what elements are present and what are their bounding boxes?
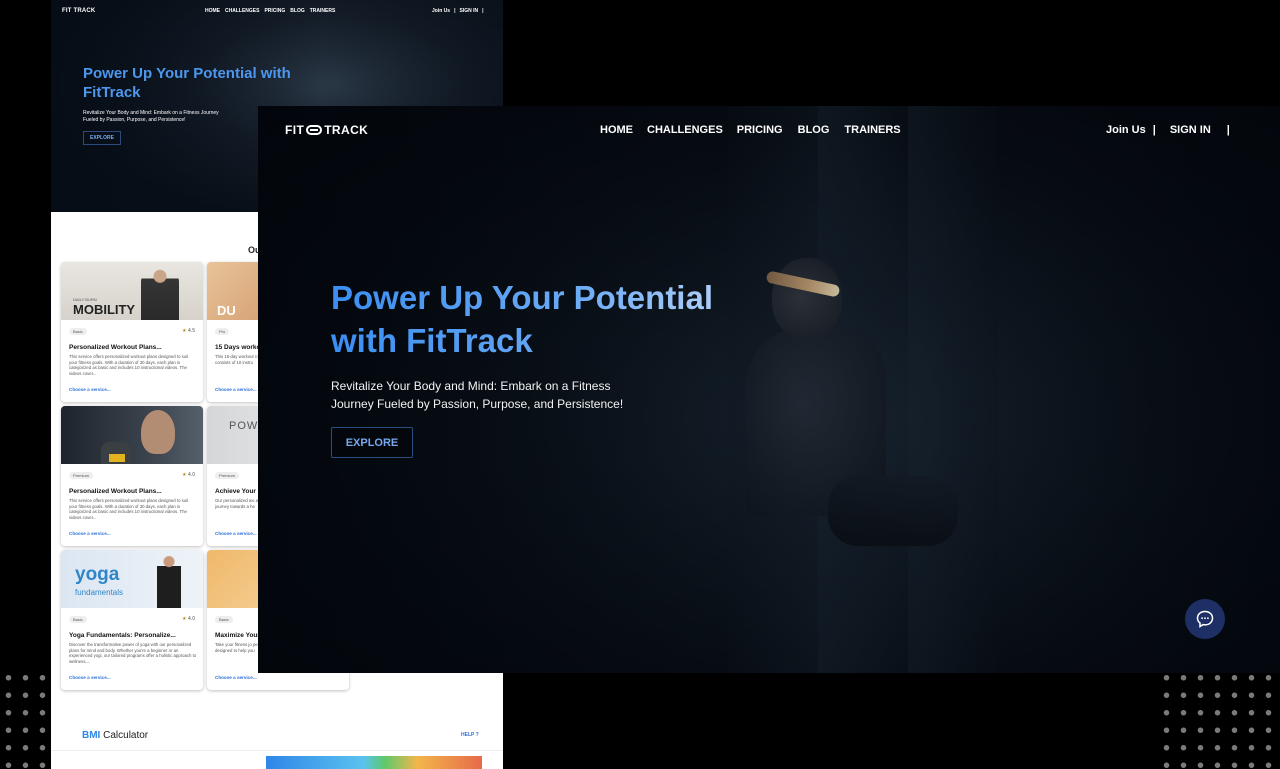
bmi-gauge-graphic	[266, 756, 482, 769]
card-rating-value: 4.5	[188, 328, 195, 334]
back-nav: HOME CHALLENGES PRICING BLOG TRAINERS	[205, 8, 335, 14]
auth-separator: |	[1152, 124, 1156, 136]
nav-pricing[interactable]: PRICING	[737, 124, 783, 136]
card-badge: Premium	[215, 472, 240, 479]
card-rating-value: 4.0	[188, 472, 195, 478]
hero-title-line-2: with FitTrack	[331, 322, 533, 359]
dot-pattern-left	[0, 669, 50, 769]
star-icon: ★	[182, 472, 187, 478]
card-rating: ★ 4.0	[182, 616, 195, 622]
star-icon: ★	[182, 616, 187, 622]
card-title: 15 Days worko	[215, 344, 261, 351]
hero-title-line-1: Power Up Your Potential	[331, 279, 713, 316]
card-image-figure	[141, 268, 179, 320]
card-description: This service offers personalized workout…	[69, 498, 189, 520]
card-title: Maximize Your	[215, 632, 260, 639]
join-us-link[interactable]: Join Us	[1106, 124, 1146, 136]
card-choose-link[interactable]: Choose a service...	[69, 387, 111, 392]
bmi-help-link[interactable]: HELP ?	[461, 732, 479, 738]
back-nav-trainers[interactable]: TRAINERS	[310, 8, 336, 14]
card-choose-link[interactable]: Choose a service...	[69, 531, 111, 536]
main-nav: HOME CHALLENGES PRICING BLOG TRAINERS	[600, 124, 901, 136]
hero-subtitle: Revitalize Your Body and Mind: Embark on…	[331, 377, 631, 413]
card-badge: Premium	[69, 472, 94, 479]
explore-button[interactable]: EXPLORE	[331, 427, 413, 458]
card-title: Personalized Workout Plans...	[69, 344, 162, 351]
bmi-heading-accent: BMI	[82, 730, 101, 741]
service-card[interactable]: yoga fundamentals Basic ★ 4.0 Yoga Funda…	[61, 550, 203, 690]
back-logo[interactable]: FIT TRACK	[62, 8, 95, 14]
auth-links: Join Us | SIGN IN |	[1106, 124, 1230, 136]
card-badge: Basic	[215, 616, 233, 623]
card-badge: Basic	[69, 616, 87, 623]
card-image	[61, 406, 203, 464]
card-image-subword: fundamentals	[75, 588, 124, 597]
card-image-word: MOBILITY	[73, 302, 136, 317]
hero-subtitle-line-1: Revitalize Your Body and Mind: Embark on…	[331, 379, 611, 393]
card-choose-link[interactable]: Choose a service...	[215, 387, 257, 392]
card-title: Personalized Workout Plans...	[69, 488, 162, 495]
logo-text-left: FIT	[285, 123, 305, 137]
back-auth-separator-2: |	[482, 8, 484, 14]
back-nav-challenges[interactable]: CHALLENGES	[225, 8, 259, 14]
chat-bubble-icon	[1196, 610, 1214, 628]
back-auth-separator: |	[454, 8, 456, 14]
card-rating: ★ 4.5	[182, 328, 195, 334]
card-image-figure	[157, 554, 181, 608]
back-explore-button[interactable]: EXPLORE	[83, 131, 121, 145]
nav-blog[interactable]: BLOG	[798, 124, 830, 136]
fittrack-logo[interactable]: FIT TRACK	[285, 123, 368, 137]
front-hero-screenshot: FIT TRACK HOME CHALLENGES PRICING BLOG T…	[258, 106, 1280, 673]
nav-trainers[interactable]: TRAINERS	[844, 124, 900, 136]
card-title: Achieve Your F	[215, 488, 262, 495]
kettlebell-graphic	[101, 442, 131, 464]
card-rating: ★ 4.0	[182, 472, 195, 478]
bmi-heading: BMI Calculator	[82, 730, 148, 741]
service-card[interactable]: Premium ★ 4.0 Personalized Workout Plans…	[61, 406, 203, 546]
card-image: DAILY BURN MOBILITY	[61, 262, 203, 320]
back-signin-link[interactable]: SIGN IN	[459, 8, 478, 14]
back-nav-pricing[interactable]: PRICING	[264, 8, 285, 14]
card-description: This service offers personalized workout…	[69, 354, 189, 376]
back-hero-subtitle: Revitalize Your Body and Mind: Embark on…	[83, 110, 219, 123]
back-join-link[interactable]: Join Us	[432, 8, 450, 14]
card-image-figure	[141, 410, 175, 454]
card-choose-link[interactable]: Choose a service...	[215, 531, 257, 536]
divider	[51, 750, 503, 751]
showcase-stage: FIT TRACK HOME CHALLENGES PRICING BLOG T…	[0, 0, 1280, 769]
card-badge: Basic	[69, 328, 87, 335]
nav-challenges[interactable]: CHALLENGES	[647, 124, 723, 136]
hero-subtitle-line-2: Journey Fueled by Passion, Purpose, and …	[331, 397, 624, 411]
dot-pattern-right	[1158, 669, 1280, 769]
back-nav-blog[interactable]: BLOG	[290, 8, 304, 14]
card-rating-value: 4.0	[188, 616, 195, 622]
card-description: Discover the transformative power of yog…	[69, 642, 197, 664]
card-choose-link[interactable]: Choose a service...	[69, 675, 111, 680]
sign-in-link[interactable]: SIGN IN	[1170, 124, 1211, 136]
dumbbell-icon	[306, 125, 323, 135]
back-nav-home[interactable]: HOME	[205, 8, 220, 14]
star-icon: ★	[182, 328, 187, 334]
card-image-word: DU	[217, 303, 236, 318]
card-title: Yoga Fundamentals: Personalize...	[69, 632, 176, 639]
hero-title: Power Up Your Potential with FitTrack	[331, 276, 771, 362]
logo-text-right: TRACK	[324, 123, 369, 137]
service-card[interactable]: DAILY BURN MOBILITY Basic ★ 4.5 Personal…	[61, 262, 203, 402]
card-image: yoga fundamentals	[61, 550, 203, 608]
back-auth: Join Us | SIGN IN |	[432, 8, 484, 14]
auth-separator-2: |	[1226, 124, 1230, 136]
card-choose-link[interactable]: Choose a service...	[215, 675, 257, 680]
nav-home[interactable]: HOME	[600, 124, 633, 136]
back-hero-title: Power Up Your Potential with FitTrack	[83, 65, 291, 101]
chat-button[interactable]	[1185, 599, 1225, 639]
card-badge: Pro	[215, 328, 230, 335]
card-image-word: yoga	[75, 564, 120, 585]
bmi-heading-rest: Calculator	[100, 730, 149, 741]
